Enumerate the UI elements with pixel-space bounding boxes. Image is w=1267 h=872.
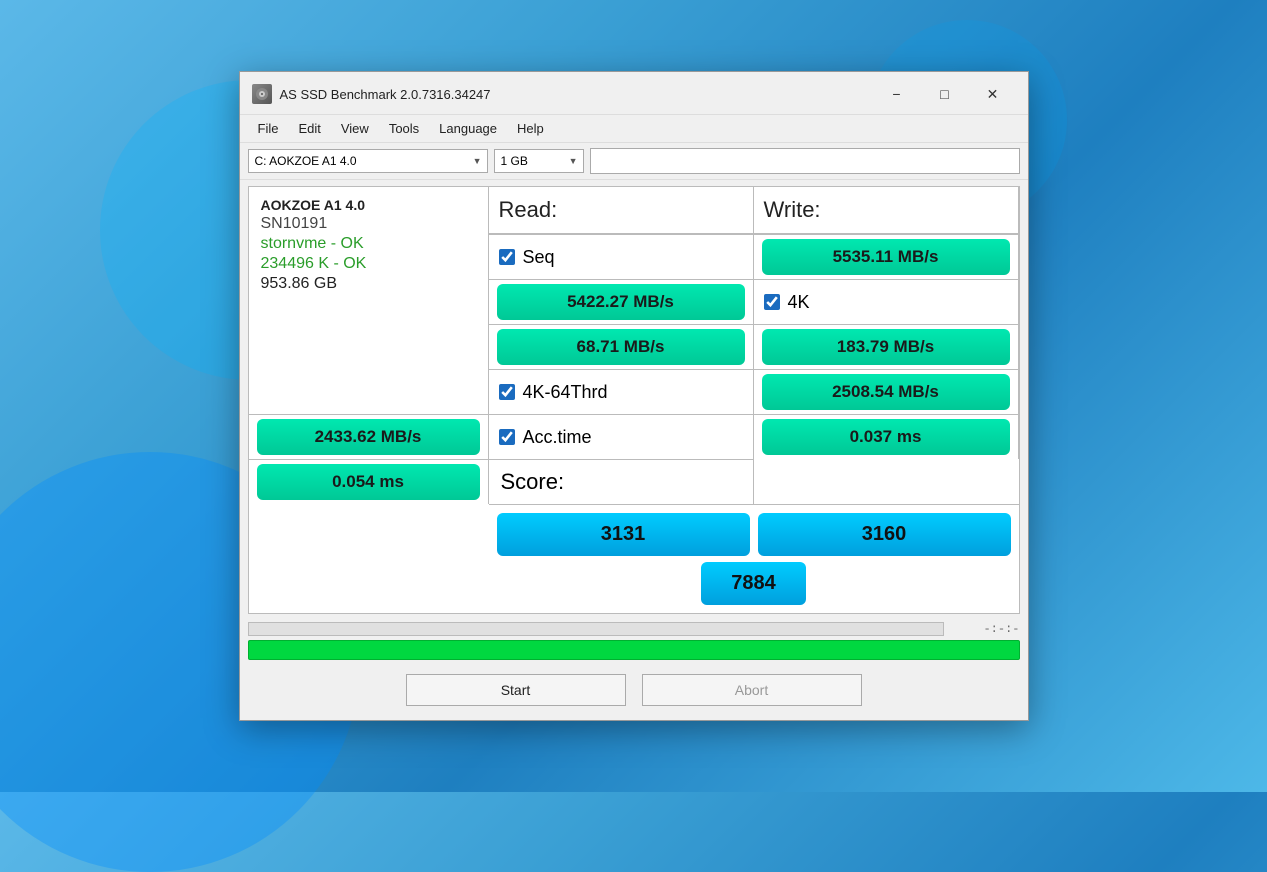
value-acctime-write: 0.054 ms	[249, 459, 489, 504]
badge-acctime-write: 0.054 ms	[257, 464, 480, 500]
value-4k-write: 183.79 MB/s	[754, 324, 1019, 369]
drive-size-gb: 953.86 GB	[261, 275, 476, 293]
row-label-acctime: Acc.time	[489, 414, 754, 459]
col-header-read: Read:	[489, 187, 754, 234]
progress-green-container	[248, 640, 1020, 660]
menu-language[interactable]: Language	[429, 118, 507, 139]
drive-info: AOKZOE A1 4.0 SN10191 stornvme - OK 2344…	[249, 187, 489, 414]
badge-seq-read: 5535.11 MB/s	[762, 239, 1010, 275]
label-4k: 4K	[788, 292, 810, 313]
value-4k64-write: 2433.62 MB/s	[249, 414, 489, 459]
value-acctime-read: 0.037 ms	[754, 414, 1019, 459]
drive-select-wrapper: C: AOKZOE A1 4.0	[248, 149, 488, 173]
checkbox-acctime[interactable]	[499, 429, 515, 445]
menu-file[interactable]: File	[248, 118, 289, 139]
menu-tools[interactable]: Tools	[379, 118, 429, 139]
value-seq-write: 5422.27 MB/s	[489, 279, 754, 324]
col-header-write: Write:	[754, 187, 1019, 234]
checkbox-4k64[interactable]	[499, 384, 515, 400]
drive-name: AOKZOE A1 4.0	[261, 197, 476, 213]
progress-area: -:-:-	[248, 618, 1020, 664]
start-button[interactable]: Start	[406, 674, 626, 706]
drive-select[interactable]: C: AOKZOE A1 4.0	[248, 149, 488, 173]
menu-help[interactable]: Help	[507, 118, 554, 139]
score-read: 3131	[497, 513, 750, 556]
benchmark-grid: AOKZOE A1 4.0 SN10191 stornvme - OK 2344…	[248, 186, 1020, 614]
close-button[interactable]: ✕	[970, 80, 1016, 108]
size-select[interactable]: 1 GB	[494, 149, 584, 173]
score-write: 3160	[758, 513, 1011, 556]
maximize-button[interactable]: □	[922, 80, 968, 108]
row-label-seq: Seq	[489, 234, 754, 279]
toolbar: C: AOKZOE A1 4.0 1 GB	[240, 143, 1028, 180]
progress-green-fill	[249, 641, 1019, 659]
progress-time: -:-:-	[950, 622, 1020, 636]
titlebar: AS SSD Benchmark 2.0.7316.34247 − □ ✕	[240, 72, 1028, 115]
badge-seq-write: 5422.27 MB/s	[497, 284, 745, 320]
checkbox-seq[interactable]	[499, 249, 515, 265]
abort-button[interactable]: Abort	[642, 674, 862, 706]
score-values: 3131 3160 7884	[489, 504, 1019, 613]
progress-bar-timer-fill	[249, 623, 943, 635]
menu-view[interactable]: View	[331, 118, 379, 139]
badge-acctime-read: 0.037 ms	[762, 419, 1010, 455]
row-label-4k64: 4K-64Thrd	[489, 369, 754, 414]
menu-edit[interactable]: Edit	[288, 118, 330, 139]
drive-size-k: 234496 K - OK	[261, 255, 476, 273]
badge-4k64-write: 2433.62 MB/s	[257, 419, 480, 455]
score-label: Score:	[489, 459, 754, 504]
label-acctime: Acc.time	[523, 427, 592, 448]
row-label-4k: 4K	[754, 279, 1019, 324]
label-4k64: 4K-64Thrd	[523, 382, 608, 403]
window-controls: − □ ✕	[874, 80, 1016, 108]
score-total: 7884	[701, 562, 806, 605]
buttons-row: Start Abort	[248, 668, 1020, 714]
label-seq: Seq	[523, 247, 555, 268]
window-title: AS SSD Benchmark 2.0.7316.34247	[280, 87, 874, 102]
app-icon	[252, 84, 272, 104]
value-4k64-read: 2508.54 MB/s	[754, 369, 1019, 414]
app-window: AS SSD Benchmark 2.0.7316.34247 − □ ✕ Fi…	[239, 71, 1029, 721]
badge-4k-read: 68.71 MB/s	[497, 329, 745, 365]
checkbox-4k[interactable]	[764, 294, 780, 310]
info-field[interactable]	[590, 148, 1020, 174]
progress-bar-timer-container	[248, 622, 944, 636]
size-select-wrapper: 1 GB	[494, 149, 584, 173]
value-seq-read: 5535.11 MB/s	[754, 234, 1019, 279]
minimize-button[interactable]: −	[874, 80, 920, 108]
badge-4k64-read: 2508.54 MB/s	[762, 374, 1010, 410]
badge-4k-write: 183.79 MB/s	[762, 329, 1010, 365]
drive-driver: stornvme - OK	[261, 235, 476, 253]
value-4k-read: 68.71 MB/s	[489, 324, 754, 369]
main-content: AOKZOE A1 4.0 SN10191 stornvme - OK 2344…	[240, 180, 1028, 720]
drive-sn: SN10191	[261, 215, 476, 233]
progress-row-timer: -:-:-	[248, 622, 1020, 636]
score-top-row: 3131 3160	[497, 513, 1011, 556]
menubar: File Edit View Tools Language Help	[240, 115, 1028, 143]
